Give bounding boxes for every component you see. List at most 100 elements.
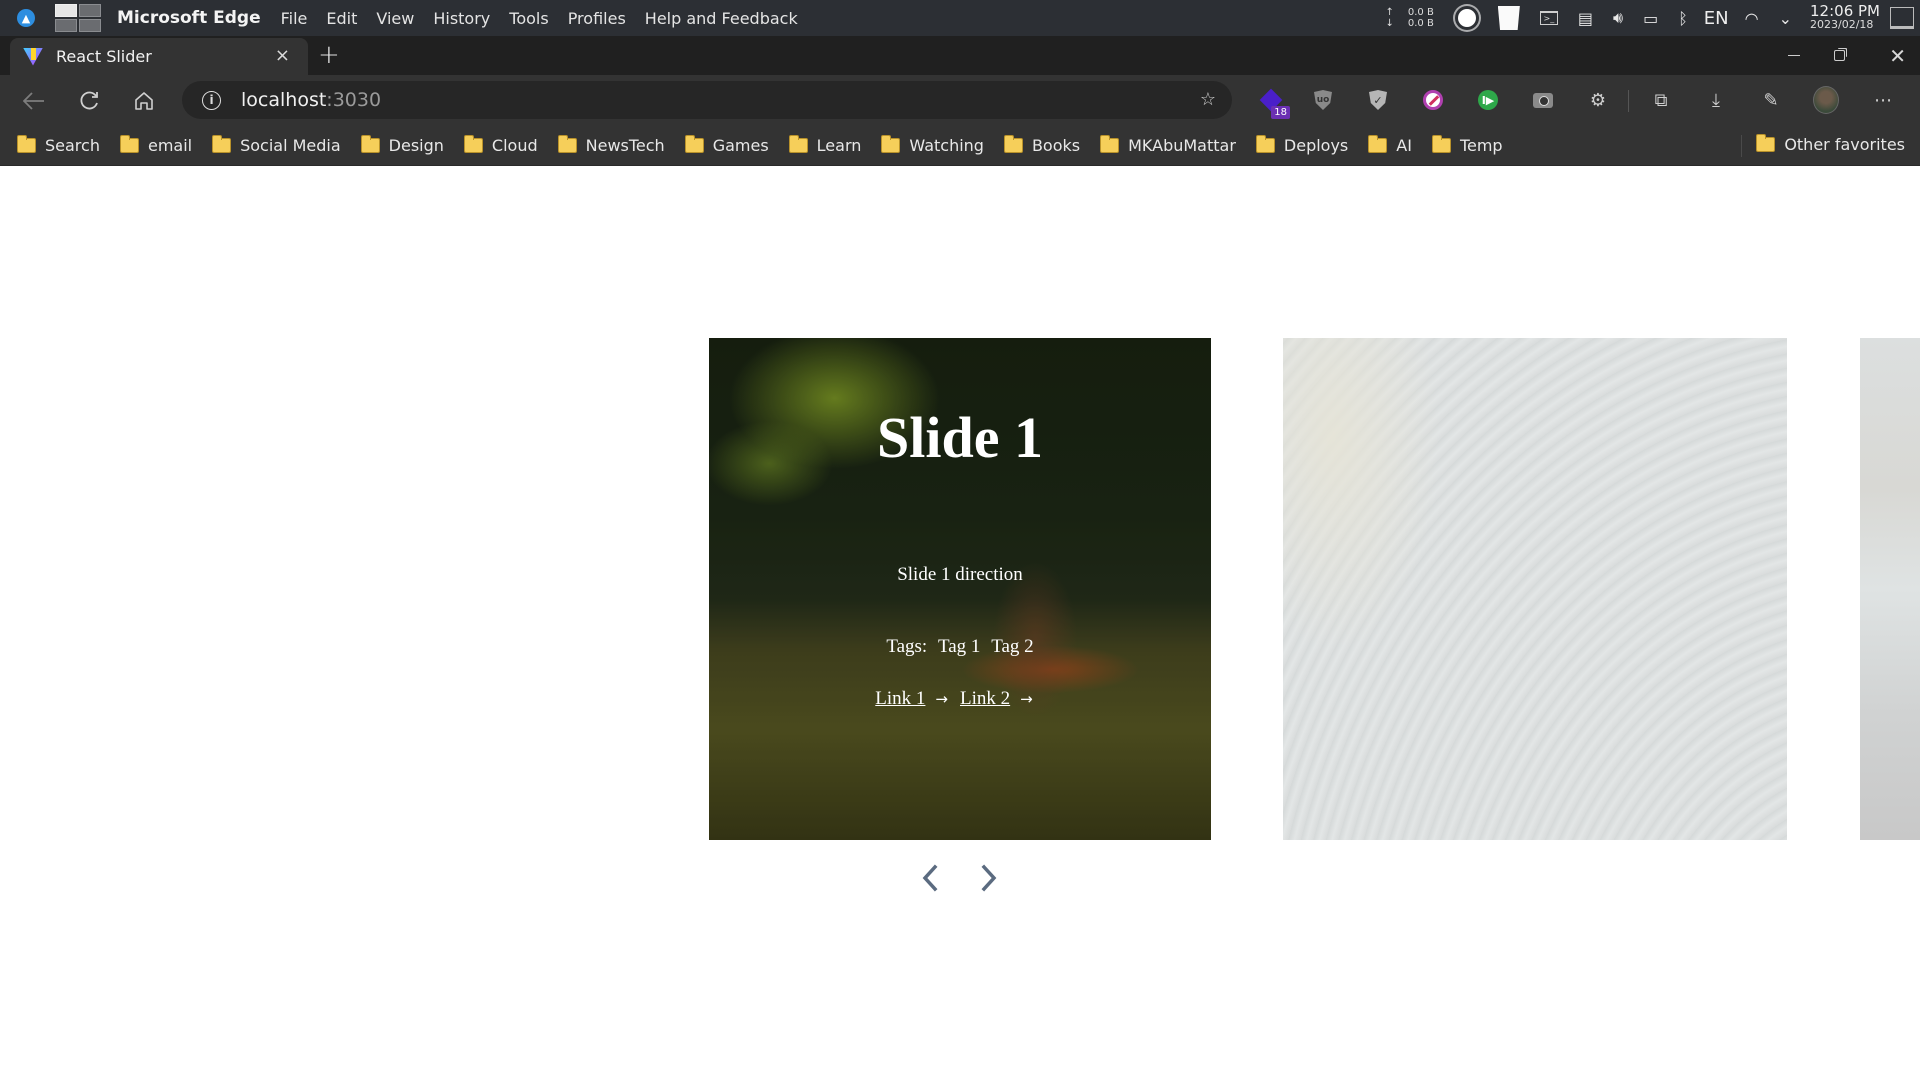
bookmark-label: Social Media xyxy=(240,135,341,155)
url-host: localhost xyxy=(241,89,327,111)
previous-slide-button[interactable] xyxy=(915,860,945,896)
vite-favicon-icon xyxy=(23,47,43,66)
bookmark-label: NewsTech xyxy=(585,135,665,155)
extension-blocker[interactable] xyxy=(1420,87,1446,113)
slide-content: Slide 1 Slide 1 direction Tags: Tag 1 Ta… xyxy=(709,338,1211,840)
extension-purple-diamond[interactable]: 18 xyxy=(1258,87,1290,119)
home-icon xyxy=(135,92,153,110)
restore-button[interactable] xyxy=(1834,36,1845,75)
web-capture-button[interactable]: ✎ xyxy=(1758,87,1784,113)
desktop-1[interactable] xyxy=(55,4,77,17)
other-favorites-label: Other favorites xyxy=(1784,135,1905,154)
slide-link-2[interactable]: Link 2 xyxy=(960,688,1010,709)
slide-link-1[interactable]: Link 1 xyxy=(875,688,925,709)
settings-more-button[interactable]: ⋯ xyxy=(1870,87,1896,113)
bookmark-folder[interactable]: Books xyxy=(1003,134,1081,155)
folder-icon xyxy=(1100,134,1120,153)
bookmark-label: Search xyxy=(45,135,100,155)
bluetooth-icon[interactable]: ᛒ xyxy=(1678,9,1688,28)
desktop-pager[interactable] xyxy=(55,4,101,32)
bookmark-folder[interactable]: Games xyxy=(684,134,769,155)
brightness-icon[interactable] xyxy=(1457,9,1476,27)
back-arrow-icon xyxy=(23,92,44,110)
web-capture-icon: ✎ xyxy=(1763,89,1779,111)
extension-camera[interactable] xyxy=(1530,87,1556,113)
bookmark-folder[interactable]: Watching xyxy=(881,134,984,155)
site-info-icon[interactable]: i xyxy=(202,90,221,110)
tab-close-icon[interactable]: × xyxy=(275,45,290,66)
avatar xyxy=(1813,86,1839,114)
bookmark-label: Books xyxy=(1031,135,1081,155)
reload-button[interactable] xyxy=(75,87,103,115)
clock[interactable]: 12:06 PM 2023/02/18 xyxy=(1810,4,1880,32)
tab-bar: React Slider × + ✕ xyxy=(0,36,1920,75)
glass-icon[interactable] xyxy=(1497,6,1520,30)
collections-button[interactable]: ⧉ xyxy=(1648,87,1674,113)
keyboard-language[interactable]: EN xyxy=(1704,8,1729,29)
extension-ublock[interactable]: uo xyxy=(1310,87,1336,113)
bookmark-folder[interactable]: NewsTech xyxy=(557,134,665,155)
new-tab-button[interactable]: + xyxy=(318,38,340,72)
battery-icon[interactable]: ▭ xyxy=(1643,9,1658,28)
bookmark-folder[interactable]: email xyxy=(119,134,192,155)
bookmark-folder[interactable]: MKAbuMattar xyxy=(1100,134,1236,155)
profile-button[interactable] xyxy=(1813,86,1839,114)
app-menu: File Edit View History Tools Profiles He… xyxy=(281,9,798,28)
desktop-2[interactable] xyxy=(79,4,101,17)
folder-icon xyxy=(463,134,483,153)
close-window-button[interactable]: ✕ xyxy=(1889,36,1906,75)
folder-icon xyxy=(881,134,901,153)
tags-label: Tags: xyxy=(886,636,928,657)
menu-profiles[interactable]: Profiles xyxy=(568,9,626,28)
bookmark-folder[interactable]: Design xyxy=(360,134,444,155)
menu-tools[interactable]: Tools xyxy=(509,9,548,28)
home-button[interactable] xyxy=(130,87,158,115)
other-favorites[interactable]: Other favorites xyxy=(1756,134,1905,154)
extensions-button[interactable]: ⚙︎ xyxy=(1585,87,1611,113)
clock-date: 2023/02/18 xyxy=(1810,18,1874,31)
menu-help-feedback[interactable]: Help and Feedback xyxy=(645,9,798,28)
address-bar[interactable]: i localhost:3030 ☆ xyxy=(182,81,1232,119)
downloads-button[interactable]: ⤓ xyxy=(1703,87,1729,113)
folder-icon xyxy=(557,134,577,153)
show-desktop-icon[interactable] xyxy=(1890,7,1914,29)
wifi-icon[interactable]: ◠ xyxy=(1745,9,1759,28)
clipboard-icon[interactable]: ▤ xyxy=(1578,9,1593,28)
folder-icon xyxy=(360,134,380,153)
desktop-3[interactable] xyxy=(55,19,77,32)
add-favorite-icon[interactable]: ☆ xyxy=(1200,89,1216,110)
tab-react-slider[interactable]: React Slider × xyxy=(10,38,308,75)
reload-icon xyxy=(80,91,98,110)
desktop-4[interactable] xyxy=(79,19,101,32)
menu-history[interactable]: History xyxy=(433,9,490,28)
terminal-icon[interactable]: >_ xyxy=(1539,11,1558,25)
folder-icon xyxy=(788,134,808,153)
menu-edit[interactable]: Edit xyxy=(326,9,357,28)
slide-title: Slide 1 xyxy=(877,405,1043,470)
upload-arrow-icon: ↑ xyxy=(1385,7,1394,18)
extension-shield-check[interactable]: ✓ xyxy=(1365,87,1391,113)
toolbar-divider xyxy=(1628,90,1629,112)
active-app-name: Microsoft Edge xyxy=(117,8,261,28)
bookmark-folder[interactable]: Learn xyxy=(788,134,861,155)
launcher-icon[interactable]: ▲ xyxy=(17,9,35,27)
menu-file[interactable]: File xyxy=(281,9,308,28)
bookmark-folder[interactable]: Search xyxy=(17,134,100,155)
url-text[interactable]: localhost:3030 xyxy=(241,89,381,111)
bookmark-folder[interactable]: Temp xyxy=(1431,134,1503,155)
bookmark-folder[interactable]: Cloud xyxy=(463,134,538,155)
extension-pushbullet[interactable]: I▶ xyxy=(1475,87,1501,113)
menu-view[interactable]: View xyxy=(376,9,414,28)
expand-tray-icon[interactable]: ⌄ xyxy=(1779,9,1792,28)
bookmark-folder[interactable]: Deploys xyxy=(1255,134,1348,155)
minimize-button[interactable] xyxy=(1788,36,1800,75)
bookmark-folder[interactable]: Social Media xyxy=(212,134,341,155)
puzzle-icon: ⚙︎ xyxy=(1589,89,1607,111)
restore-icon xyxy=(1834,50,1845,61)
arrow-right-icon: → xyxy=(935,690,948,708)
back-button[interactable] xyxy=(20,87,48,115)
next-slide-button[interactable] xyxy=(974,860,1004,896)
volume-icon[interactable]: 🔊︎ xyxy=(1613,8,1623,28)
bookmark-label: MKAbuMattar xyxy=(1128,135,1236,155)
bookmark-folder[interactable]: AI xyxy=(1368,134,1412,155)
